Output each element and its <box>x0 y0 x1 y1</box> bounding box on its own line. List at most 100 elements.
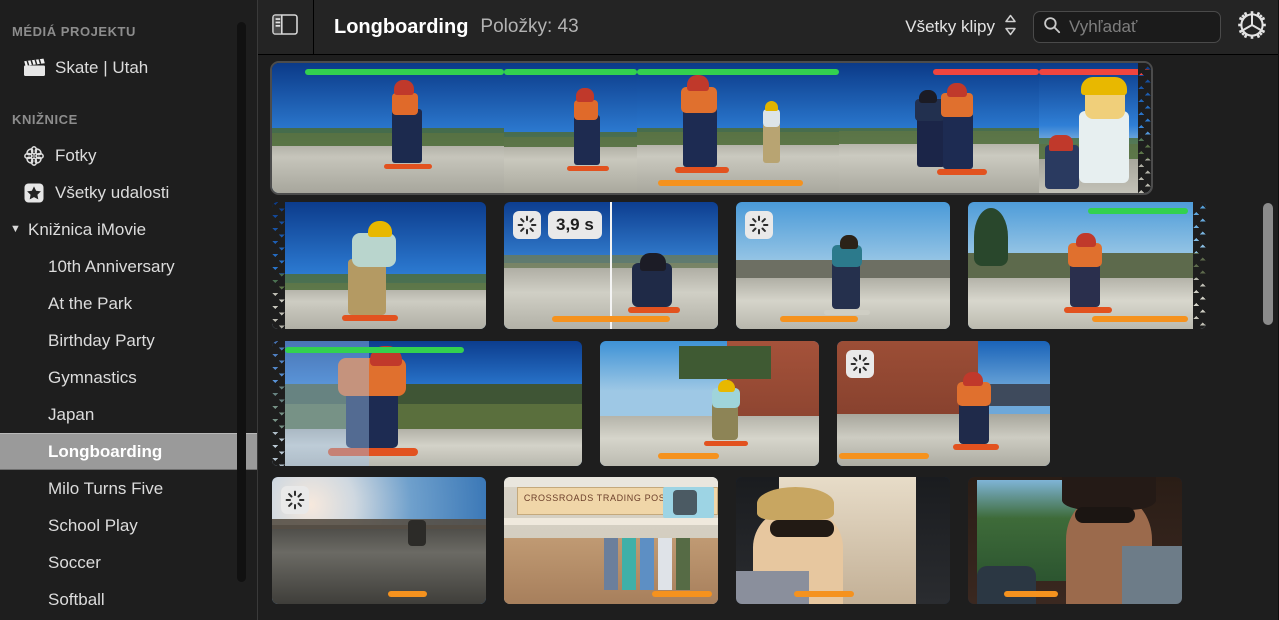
thumb-second-rider <box>763 123 780 163</box>
thumb-skateboard <box>342 315 398 321</box>
keyword-marker-green[interactable] <box>637 69 839 75</box>
sidebar-item-imovie-library[interactable]: ▼ Knižnica iMovie <box>0 211 258 248</box>
clip-continuation-tear-right <box>1138 63 1151 193</box>
sidebar-item-soccer[interactable]: Soccer <box>0 544 258 581</box>
thumb-subject-helmet <box>687 75 709 91</box>
clapperboard-icon <box>22 56 46 80</box>
clip-thumbnail[interactable] <box>839 63 1039 193</box>
sidebar-item-birthday-party[interactable]: Birthday Party <box>0 322 258 359</box>
settings-button[interactable] <box>1235 10 1269 44</box>
thumb-skateboard <box>567 166 609 171</box>
browser-scrollbar-thumb[interactable] <box>1263 203 1273 325</box>
favorite-marker[interactable] <box>1092 316 1188 322</box>
favorite-marker[interactable] <box>839 453 929 459</box>
page-title: Longboarding <box>334 15 469 38</box>
favorite-marker[interactable] <box>652 591 712 597</box>
analyzing-spinner-icon <box>281 486 309 514</box>
clip-thumbnail[interactable] <box>504 63 637 193</box>
favorite-marker[interactable] <box>658 180 803 186</box>
thumb-person <box>640 538 654 590</box>
clip-thumbnail[interactable] <box>272 477 486 604</box>
clip-thumbnail[interactable]: CROSSROADS TRADING POST <box>504 477 718 604</box>
thumb-skateboard <box>675 167 729 173</box>
thumb-wall <box>504 517 718 526</box>
clip-thumbnail-continued[interactable] <box>968 202 1206 329</box>
sidebar-item-gymnastics[interactable]: Gymnastics <box>0 359 258 396</box>
sidebar-scrollbar[interactable] <box>237 22 246 582</box>
clip-thumbnail-continued[interactable] <box>272 202 486 329</box>
clip-thumbnail[interactable] <box>637 63 839 193</box>
browser-pane: Longboarding Položky: 43 Všetky klipy Vy… <box>258 0 1279 620</box>
favorite-marker[interactable] <box>658 453 719 459</box>
thumb-skateboard <box>937 169 987 175</box>
sidebar-item-label: Všetky udalosti <box>55 182 170 202</box>
thumb-person <box>676 538 690 590</box>
browser-row-1 <box>270 61 1279 195</box>
sidebar-item-label: At the Park <box>48 293 133 313</box>
thumb-subject-helmet <box>919 90 937 103</box>
thumb-person <box>622 538 636 590</box>
favorite-marker[interactable] <box>388 591 427 597</box>
sidebar-item-school-play[interactable]: School Play <box>0 507 258 544</box>
sidebar-item-label: Milo Turns Five <box>48 478 164 498</box>
thumb-mural-figure <box>673 489 697 516</box>
sidebar-item-at-the-park[interactable]: At the Park <box>0 285 258 322</box>
clip-thumbnail[interactable] <box>272 63 504 193</box>
playhead[interactable] <box>610 202 612 329</box>
sidebar-item-10th-anniversary[interactable]: 10th Anniversary <box>0 248 258 285</box>
search-field[interactable]: Vyhľadať <box>1033 11 1221 43</box>
thumb-bag <box>976 565 1037 604</box>
sidebar-item-longboarding[interactable]: Longboarding <box>0 433 258 470</box>
clip-browser[interactable]: 3,9 s CROSSROADS TRADING POST <box>258 55 1279 620</box>
browser-row-4: CROSSROADS TRADING POST <box>272 477 1279 604</box>
keyword-marker-green[interactable] <box>1088 208 1188 214</box>
sidebar-item-skate-utah[interactable]: Skate | Utah <box>0 49 258 86</box>
sidebar-toggle-button[interactable] <box>266 13 304 41</box>
thumb-subject <box>917 115 945 167</box>
thumb-shirt <box>736 570 809 604</box>
clip-thumbnail[interactable] <box>600 341 819 466</box>
favorite-marker[interactable] <box>552 316 670 322</box>
browser-scrollbar-track[interactable] <box>1258 111 1279 620</box>
selected-filmstrip[interactable] <box>270 61 1153 195</box>
keyword-marker-green[interactable] <box>504 69 637 75</box>
thumb-subject <box>574 115 600 165</box>
clip-thumbnail[interactable]: 3,9 s <box>504 202 718 329</box>
clip-thumbnail[interactable] <box>736 202 950 329</box>
thumb-subject-helmet <box>1081 77 1127 95</box>
thumb-foliage <box>637 128 839 145</box>
thumb-foliage <box>272 128 504 147</box>
filter-label[interactable]: Všetky klipy <box>905 17 995 37</box>
favorite-marker[interactable] <box>794 591 854 597</box>
clip-thumbnail[interactable] <box>736 477 950 604</box>
sidebar-item-label: Longboarding <box>48 441 163 461</box>
favorite-marker[interactable] <box>780 316 858 322</box>
sidebar-item-label: Birthday Party <box>48 330 155 350</box>
keyword-marker-red[interactable] <box>1039 69 1151 75</box>
favorite-marker[interactable] <box>1004 591 1058 597</box>
sidebar-item-label: Soccer <box>48 552 101 572</box>
thumb-skateboard <box>953 444 999 450</box>
keyword-marker-green[interactable] <box>285 347 464 353</box>
sidebar-item-softball[interactable]: Softball <box>0 581 258 618</box>
thumb-subject <box>1079 111 1129 183</box>
thumb-foliage <box>678 346 771 379</box>
filter-stepper[interactable] <box>1004 13 1017 42</box>
imovie-window: MÉDIÁ PROJEKTU Skate | Utah KNIŽNICE Fot… <box>0 0 1279 620</box>
sidebar-item-all-events[interactable]: Všetky udalosti <box>0 174 258 211</box>
sidebar-item-japan[interactable]: Japan <box>0 396 258 433</box>
keyword-marker-green[interactable] <box>305 69 504 75</box>
chevron-down-icon[interactable]: ▼ <box>10 224 22 235</box>
clip-thumbnail[interactable] <box>968 477 1182 604</box>
photos-flower-icon <box>22 144 46 168</box>
thumb-person <box>658 538 672 590</box>
keyword-marker-red[interactable] <box>933 69 1039 75</box>
thumb-road <box>272 525 486 604</box>
search-input[interactable]: Vyhľadať <box>1069 17 1137 37</box>
clip-thumbnail-continued[interactable] <box>1039 63 1151 193</box>
sidebar-item-photos[interactable]: Fotky <box>0 137 258 174</box>
sidebar-item-milo-turns-five[interactable]: Milo Turns Five <box>0 470 258 507</box>
clip-thumbnail-continued[interactable] <box>272 341 582 466</box>
thumb-person <box>604 538 618 590</box>
clip-thumbnail[interactable] <box>837 341 1050 466</box>
